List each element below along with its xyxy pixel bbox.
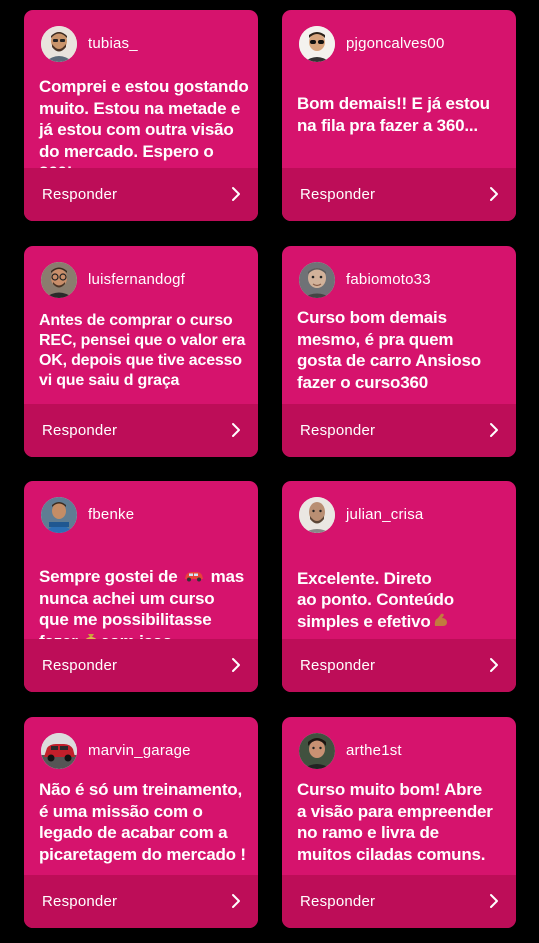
reply-button[interactable]: Responder [24, 404, 258, 457]
avatar-car-red-icon[interactable] [41, 733, 77, 769]
avatar-man-gray-icon[interactable] [299, 262, 335, 298]
chevron-right-icon [490, 423, 498, 437]
avatar-man-blue-shirt-icon[interactable] [41, 497, 77, 533]
reply-button[interactable]: Responder [282, 875, 516, 928]
comment-card: fabiomoto33 Curso bom demais mesmo, é pr… [282, 246, 516, 457]
chevron-right-icon [232, 894, 240, 908]
comment-card: luisfernandogf Antes de comprar o curso … [24, 246, 258, 457]
username[interactable]: julian_crisa [346, 506, 423, 524]
comment-text: Curso bom demais mesmo, é pra quem gosta… [297, 308, 481, 392]
avatar-man-beard-icon[interactable] [41, 26, 77, 62]
chevron-right-icon [232, 423, 240, 437]
flexed-arm-emoji [432, 611, 450, 635]
comment-text-part: Sempre gostei de [39, 566, 183, 586]
username[interactable]: arthe1st [346, 742, 402, 760]
reply-label: Responder [42, 893, 118, 910]
comment-text-part: Excelente. Direto ao ponto. Conteúdo sim… [297, 568, 454, 631]
avatar-man-glasses-icon[interactable] [41, 262, 77, 298]
avatar-young-man-icon[interactable] [299, 733, 335, 769]
comment-text: Bom demais!! E já estou na fila pra faze… [297, 94, 490, 135]
comment-card: arthe1st Curso muito bom! Abre a visão p… [282, 717, 516, 928]
username[interactable]: luisfernandogf [88, 271, 185, 289]
reply-label: Responder [300, 893, 376, 910]
reply-label: Responder [300, 657, 376, 674]
reply-label: Responder [300, 186, 376, 203]
chevron-right-icon [232, 187, 240, 201]
reply-label: Responder [300, 422, 376, 439]
reply-button[interactable]: Responder [24, 875, 258, 928]
avatar-man-bald-icon[interactable] [299, 497, 335, 533]
username[interactable]: marvin_garage [88, 742, 191, 760]
reply-button[interactable]: Responder [282, 639, 516, 692]
comment-text: Antes de comprar o curso REC, pensei que… [39, 312, 246, 389]
chevron-right-icon [490, 658, 498, 672]
username[interactable]: fbenke [88, 506, 134, 524]
comment-text: Curso muito bom! Abre a visão para empre… [297, 780, 493, 864]
chevron-right-icon [232, 658, 240, 672]
reply-label: Responder [42, 657, 118, 674]
username[interactable]: pjgoncalves00 [346, 35, 445, 53]
comment-card: marvin_garage Não é só um treinamento, é… [24, 717, 258, 928]
username[interactable]: tubias_ [88, 35, 138, 53]
comment-card: julian_crisa Excelente. Direto ao ponto.… [282, 481, 516, 692]
chevron-right-icon [490, 187, 498, 201]
comment-card: fbenke Sempre gostei de mas nunca achei … [24, 481, 258, 692]
comment-card: tubias_ Comprei e estou gostando muito. … [24, 10, 258, 221]
comment-text: Sempre gostei de mas nunca achei um curs… [39, 544, 250, 654]
car-emoji [183, 566, 205, 588]
avatar-man-sunglasses-icon[interactable] [299, 26, 335, 62]
reply-button[interactable]: Responder [24, 639, 258, 692]
comment-text: Não é só um treinamento, é uma missão co… [39, 780, 246, 864]
username[interactable]: fabiomoto33 [346, 271, 431, 289]
comment-card: pjgoncalves00 Bom demais!! E já estou na… [282, 10, 516, 221]
comment-text: Excelente. Direto ao ponto. Conteúdo sim… [297, 546, 508, 634]
reply-label: Responder [42, 186, 118, 203]
reply-button[interactable]: Responder [282, 404, 516, 457]
reply-button[interactable]: Responder [282, 168, 516, 221]
reply-button[interactable]: Responder [24, 168, 258, 221]
chevron-right-icon [490, 894, 498, 908]
reply-label: Responder [42, 422, 118, 439]
